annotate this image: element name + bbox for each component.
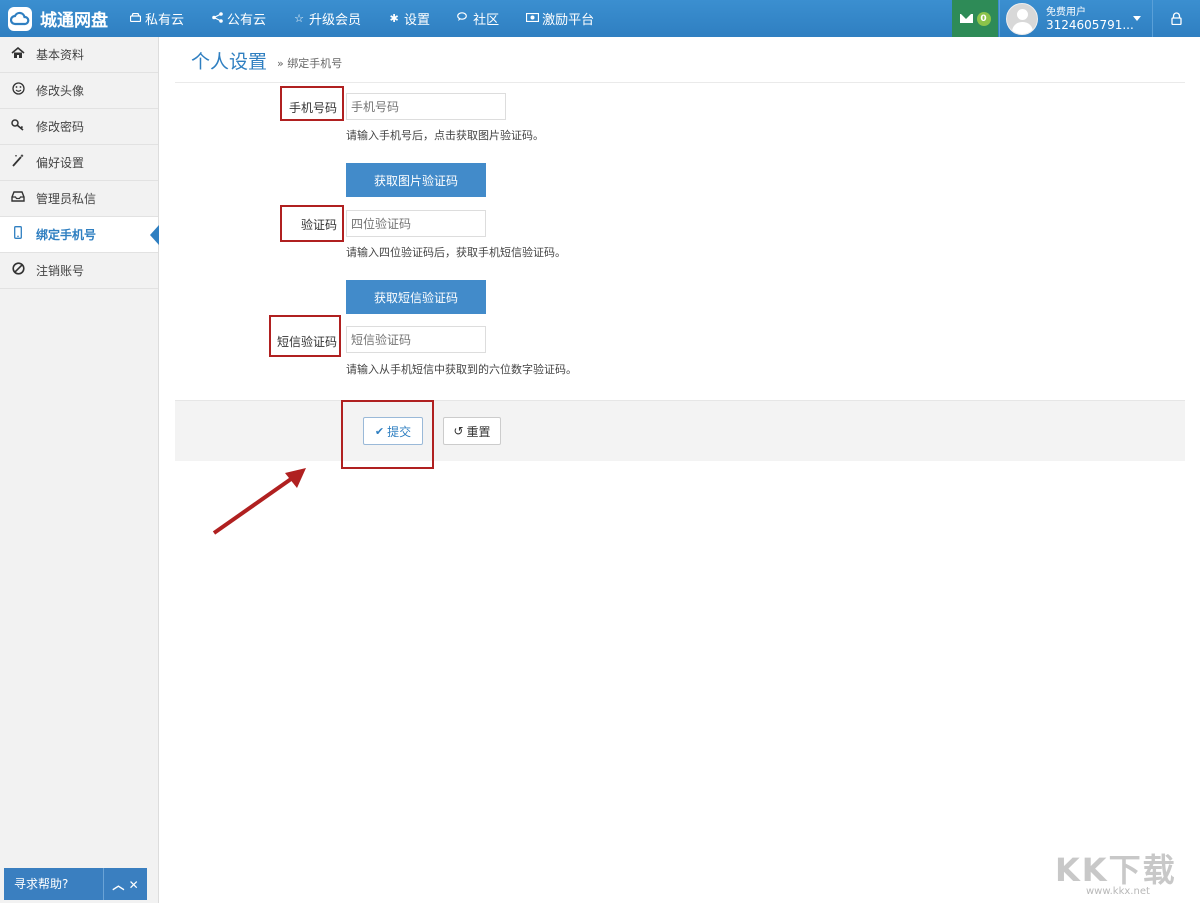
magic-wand-icon: [10, 154, 26, 171]
nav-label: 设置: [404, 13, 431, 28]
nav-item-incentive[interactable]: 激励平台: [525, 0, 594, 37]
share-icon: [210, 11, 224, 26]
inbox-icon: [10, 191, 26, 206]
envelope-icon: [959, 14, 973, 23]
nav-item-upgrade[interactable]: ☆ 升级会员: [292, 0, 361, 37]
sidebar-item-label: 绑定手机号: [36, 228, 97, 242]
page-title: 个人设置: [191, 51, 268, 73]
sidebar: 基本资料 修改头像 修改密码 偏好设置 管理员私信 绑定手机号 注销账号: [0, 37, 159, 903]
mobile-icon: [10, 226, 26, 243]
sidebar-item-label: 修改头像: [36, 84, 85, 98]
lock-button[interactable]: [1152, 0, 1200, 37]
message-count-badge: 0: [976, 11, 991, 26]
chevron-down-icon: [1133, 16, 1141, 21]
sidebar-item-label: 偏好设置: [36, 156, 85, 170]
nav-item-public-cloud[interactable]: 公有云: [210, 0, 266, 37]
annotation-box-phone: [280, 86, 344, 121]
main-nav: 私有云 公有云 ☆ 升级会员 ✱ 设置 社区 激励平台: [128, 0, 620, 37]
home-icon: [10, 46, 26, 63]
sidebar-item-label: 管理员私信: [36, 192, 97, 206]
nav-item-settings[interactable]: ✱ 设置: [387, 0, 430, 37]
gear-icon: ✱: [389, 12, 399, 25]
annotation-arrow-icon: [212, 468, 306, 535]
avatar: [1006, 2, 1038, 35]
annotation-box-captcha: [280, 205, 344, 242]
ban-icon: [10, 262, 26, 279]
nav-label: 社区: [473, 13, 500, 28]
user-id: 3124605791...: [1046, 17, 1134, 32]
sidebar-item-password[interactable]: 修改密码: [0, 109, 158, 145]
drive-icon: [128, 12, 142, 25]
user-type: 免费用户: [1046, 6, 1086, 18]
captcha-help-text: 请输入四位验证码后，获取手机短信验证码。: [346, 246, 566, 259]
nav-label: 激励平台: [542, 13, 595, 28]
sidebar-item-cancel-account[interactable]: 注销账号: [0, 253, 158, 289]
nav-item-community[interactable]: 社区: [456, 0, 499, 37]
nav-label: 公有云: [227, 13, 267, 28]
chevron-up-icon[interactable]: ︿: [112, 878, 124, 892]
nav-item-private-cloud[interactable]: 私有云: [128, 0, 184, 37]
money-icon: [525, 12, 539, 25]
sidebar-item-bind-phone[interactable]: 绑定手机号: [0, 217, 159, 253]
brand[interactable]: 城通网盘: [8, 5, 108, 32]
nav-label: 升级会员: [309, 13, 362, 28]
sidebar-item-preferences[interactable]: 偏好设置: [0, 145, 158, 181]
star-icon: ☆: [294, 12, 304, 25]
sms-code-input[interactable]: [346, 326, 486, 353]
sidebar-item-label: 修改密码: [36, 120, 85, 134]
lock-icon: [1171, 12, 1182, 25]
close-icon[interactable]: ✕: [129, 878, 139, 892]
help-label[interactable]: 寻求帮助?: [4, 868, 104, 900]
form-actions: ✔ 提交 ↺ 重置: [175, 400, 1185, 461]
sms-help-text: 请输入从手机短信中获取到的六位数字验证码。: [346, 363, 577, 376]
watermark-url: www.kkx.net: [1086, 886, 1150, 897]
key-icon: [10, 118, 26, 135]
user-menu[interactable]: 免费用户 3124605791...: [999, 0, 1151, 37]
sidebar-item-basic-info[interactable]: 基本资料: [0, 37, 158, 73]
brand-name: 城通网盘: [40, 11, 108, 31]
nav-label: 私有云: [145, 13, 185, 28]
sidebar-item-admin-messages[interactable]: 管理员私信: [0, 181, 158, 217]
annotation-box-submit: [341, 400, 434, 469]
watermark-logo: KK下载: [1055, 851, 1177, 889]
divider: [175, 82, 1185, 83]
breadcrumb: » 绑定手机号: [277, 57, 343, 70]
user-info: 免费用户 3124605791...: [1046, 7, 1134, 31]
annotation-box-sms: [269, 315, 341, 357]
help-bar[interactable]: 寻求帮助? ︿ ✕: [4, 868, 147, 900]
help-controls: ︿ ✕: [104, 876, 147, 893]
reset-button[interactable]: ↺ 重置: [443, 417, 501, 445]
sidebar-item-label: 基本资料: [36, 48, 85, 62]
messages-button[interactable]: 0: [952, 0, 998, 37]
sidebar-item-label: 注销账号: [36, 264, 85, 278]
get-image-code-button[interactable]: 获取图片验证码: [346, 163, 486, 197]
captcha-input[interactable]: [346, 210, 486, 237]
get-sms-code-button[interactable]: 获取短信验证码: [346, 280, 486, 314]
cloud-logo-icon: [8, 6, 32, 31]
reset-label: 重置: [466, 424, 491, 439]
top-navbar: 城通网盘 私有云 公有云 ☆ 升级会员 ✱ 设置 社区 激励平台 0 免费用户 …: [0, 0, 1200, 37]
smile-icon: [10, 82, 26, 99]
undo-icon: ↺: [453, 424, 464, 438]
phone-help-text: 请输入手机号后，点击获取图片验证码。: [346, 129, 544, 142]
comments-icon: [456, 12, 470, 25]
phone-input[interactable]: [346, 93, 506, 120]
sidebar-item-avatar[interactable]: 修改头像: [0, 73, 158, 109]
